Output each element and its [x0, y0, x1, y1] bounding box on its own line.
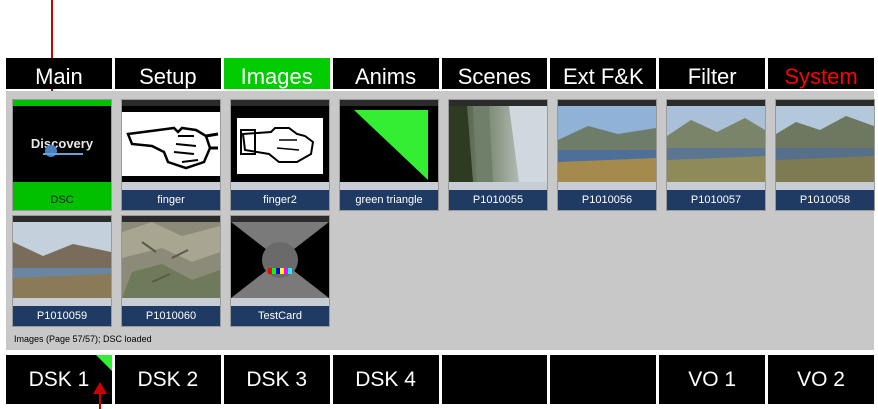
image-thumb-finger2[interactable]: finger2: [230, 99, 330, 211]
thumb-label: DSC: [13, 190, 111, 210]
thumb-separator: [776, 182, 874, 190]
dsk3-label: DSK 3: [246, 367, 308, 391]
annotation-arrow-bottom-line: [99, 392, 101, 409]
thumb-separator: [231, 298, 329, 306]
tab-images[interactable]: Images: [223, 58, 330, 89]
blank-button-1[interactable]: [441, 355, 548, 404]
test-card-image: [231, 222, 329, 298]
thumb-separator: [558, 182, 656, 190]
landscape-photo: [449, 106, 547, 182]
blank-button-2[interactable]: [550, 355, 657, 404]
thumb-label: green triangle: [340, 190, 438, 210]
dsk-button-bar: DSK 1 DSK 2 DSK 3 DSK 4 VO 1 VO 2: [6, 355, 874, 404]
thumb-label: P1010058: [776, 190, 874, 210]
thumb-separator: [13, 298, 111, 306]
tab-filter[interactable]: Filter: [659, 58, 766, 89]
pointing-hand-image: [231, 106, 329, 182]
tab-main[interactable]: Main: [6, 58, 112, 89]
green-triangle-image: [340, 106, 438, 182]
rocky-terrain-photo: [122, 222, 220, 298]
landscape-photo: [667, 106, 765, 182]
dsk2-button[interactable]: DSK 2: [114, 355, 221, 404]
vo2-label: VO 2: [797, 367, 845, 391]
thumb-separator: [667, 182, 765, 190]
thumb-separator: [13, 182, 111, 190]
dsk1-button[interactable]: DSK 1: [6, 355, 112, 404]
pointing-hand-image: [122, 106, 220, 182]
thumb-label: TestCard: [231, 306, 329, 326]
active-indicator-icon: [95, 355, 112, 371]
thumb-label: P1010059: [13, 306, 111, 326]
thumb-separator: [340, 182, 438, 190]
vo1-label: VO 1: [688, 367, 737, 391]
thumb-label: P1010055: [449, 190, 547, 210]
thumb-label: finger: [122, 190, 220, 210]
thumb-label: P1010060: [122, 306, 220, 326]
vo2-button[interactable]: VO 2: [768, 355, 874, 404]
tab-scenes[interactable]: Scenes: [441, 58, 548, 89]
tab-system[interactable]: System: [768, 58, 874, 89]
image-thumb-p1010055[interactable]: P1010055: [448, 99, 548, 211]
tab-ext-fk[interactable]: Ext F&K: [550, 58, 657, 89]
thumb-separator: [122, 298, 220, 306]
thumb-label: P1010057: [667, 190, 765, 210]
image-thumb-finger[interactable]: finger: [121, 99, 221, 211]
thumb-separator: [449, 182, 547, 190]
thumb-separator: [231, 182, 329, 190]
image-browser-panel: Discovery DSC finger finger2 green trian…: [6, 91, 875, 350]
thumb-label: finger2: [231, 190, 329, 210]
landscape-photo: [776, 106, 874, 182]
tab-setup[interactable]: Setup: [114, 58, 221, 89]
thumb-separator: [122, 182, 220, 190]
dsk3-button[interactable]: DSK 3: [223, 355, 330, 404]
landscape-photo: [13, 222, 111, 298]
tab-bar: Main Setup Images Anims Scenes Ext F&K F…: [6, 58, 874, 89]
dsk4-label: DSK 4: [355, 367, 416, 391]
annotation-arrow-bottom-head: [93, 382, 107, 394]
thumb-label: P1010056: [558, 190, 656, 210]
dsk2-label: DSK 2: [137, 367, 199, 391]
status-text: Images (Page 57/57); DSC loaded: [14, 334, 152, 344]
image-thumb-p1010060[interactable]: P1010060: [121, 215, 221, 327]
image-thumb-p1010056[interactable]: P1010056: [557, 99, 657, 211]
dsk4-button[interactable]: DSK 4: [332, 355, 439, 404]
vo1-button[interactable]: VO 1: [659, 355, 766, 404]
discovery-logo-image: Discovery: [13, 106, 111, 182]
image-thumb-green-triangle[interactable]: green triangle: [339, 99, 439, 211]
landscape-photo: [558, 106, 656, 182]
image-thumb-p1010057[interactable]: P1010057: [666, 99, 766, 211]
image-thumb-p1010059[interactable]: P1010059: [12, 215, 112, 327]
dsk1-label: DSK 1: [28, 367, 90, 391]
svg-text:Discovery: Discovery: [31, 136, 94, 151]
image-thumb-p1010058[interactable]: P1010058: [775, 99, 875, 211]
image-thumb-dsc[interactable]: Discovery DSC: [12, 99, 112, 211]
image-thumb-testcard[interactable]: TestCard: [230, 215, 330, 327]
tab-anims[interactable]: Anims: [332, 58, 439, 89]
